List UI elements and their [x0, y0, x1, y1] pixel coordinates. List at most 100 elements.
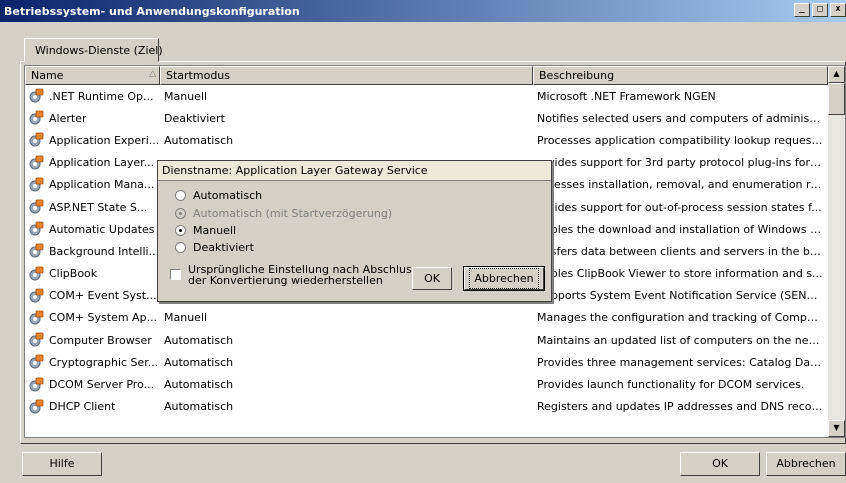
service-name: COM+ System Ap... — [49, 311, 158, 325]
radio-button-icon[interactable] — [175, 190, 186, 201]
radio-button-icon[interactable] — [175, 225, 186, 236]
gear-service-icon — [29, 177, 44, 192]
gear-service-icon — [29, 266, 44, 281]
cell-description: Manages the configuration and tracking o… — [537, 311, 823, 325]
cell-startmode[interactable]: Manuell — [160, 90, 533, 103]
cell-startmode[interactable]: Automatisch — [160, 400, 533, 413]
radio-label: Automatisch — [193, 189, 263, 202]
restore-setting-label-line2: der Konvertierung wiederherstellen — [188, 274, 383, 287]
cell-description: Registers and updates IP addresses and D… — [537, 400, 823, 414]
table-row[interactable]: COM+ System Ap... Manuell Manages the conf… — [25, 307, 828, 329]
scroll-up-icon[interactable]: ▲ — [828, 66, 845, 83]
column-header-name[interactable]: Name △ — [25, 66, 160, 85]
cell-description: Maintains an updated list of computers o… — [537, 333, 823, 347]
cell-description: Provides three management services: Cata… — [537, 355, 823, 369]
cell-name: COM+ System Ap... — [25, 310, 160, 326]
maximize-button[interactable]: □ — [812, 3, 828, 17]
service-name: Application Experi... — [49, 133, 160, 147]
sort-ascending-icon: △ — [149, 69, 156, 79]
service-name: ClipBook — [49, 267, 98, 281]
cell-name: DCOM Server Pro... — [25, 377, 160, 393]
startmode-popup: Dienstname: Application Layer Gateway Se… — [157, 160, 552, 302]
table-row[interactable]: DHCP Client Automatisch Registers and upda… — [25, 396, 828, 418]
close-button[interactable]: x — [830, 3, 846, 17]
gear-service-icon — [29, 110, 44, 125]
cell-startmode[interactable]: Automatisch — [160, 134, 533, 147]
window-controls: _ □ x — [794, 3, 846, 17]
window-title: Betriebssystem- und Anwendungskonfigurat… — [4, 4, 300, 18]
cell-description: Microsoft .NET Framework NGEN — [537, 89, 716, 103]
cell-description: Provides launch functionality for DCOM s… — [537, 378, 805, 392]
cell-name: Computer Browser — [25, 332, 160, 348]
table-row[interactable]: Alerter Deaktiviert Notifies selected user… — [25, 107, 828, 129]
cell-name: ASP.NET State S... — [25, 199, 160, 215]
gear-service-icon — [29, 354, 44, 369]
help-button[interactable]: Hilfe — [22, 452, 102, 476]
cell-startmode[interactable]: Automatisch — [160, 356, 533, 369]
cell-description: rocesses installation, removal, and enum… — [537, 178, 823, 192]
table-row[interactable]: .NET Runtime Op... Manuell Microsoft .NET … — [25, 85, 828, 107]
service-name: Cryptographic Ser... — [49, 355, 159, 369]
cell-startmode[interactable]: Automatisch — [160, 334, 533, 347]
cancel-button[interactable]: Abbrechen — [766, 452, 846, 476]
radio-manual[interactable]: Manuell — [175, 224, 236, 237]
cell-description: nables the download and installation of … — [537, 222, 823, 236]
service-name: .NET Runtime Op... — [49, 89, 154, 103]
cell-description: Supports System Event Notification Servi… — [537, 289, 823, 303]
service-name: COM+ Event Syst... — [49, 289, 157, 303]
scroll-thumb[interactable] — [828, 83, 845, 115]
service-name: Automatic Updates — [49, 222, 155, 236]
service-name: DCOM Server Pro... — [49, 378, 155, 392]
radio-button-icon — [175, 208, 186, 219]
window-titlebar: Betriebssystem- und Anwendungskonfigurat… — [0, 0, 846, 22]
list-header: Name △ Startmodus Beschreibung — [25, 66, 828, 85]
cell-name: Automatic Updates — [25, 221, 160, 237]
cell-name: Application Layer... — [25, 155, 160, 171]
radio-button-icon[interactable] — [175, 242, 186, 253]
radio-disabled[interactable]: Deaktiviert — [175, 241, 254, 254]
gear-service-icon — [29, 377, 44, 392]
gear-service-icon — [29, 88, 44, 103]
gear-service-icon — [29, 244, 44, 258]
cell-description: ansfers data between clients and servers… — [537, 244, 823, 258]
cell-name: DHCP Client — [25, 399, 160, 415]
cell-name: Application Experi... — [25, 132, 160, 148]
popup-cancel-label: Abbrechen — [469, 268, 539, 289]
gear-service-icon — [29, 199, 44, 214]
radio-label: Manuell — [193, 224, 237, 237]
vertical-scrollbar[interactable]: ▲ ▼ — [828, 66, 845, 437]
cell-startmode[interactable]: Manuell — [160, 311, 533, 324]
minimize-button[interactable]: _ — [794, 3, 810, 17]
table-row[interactable]: DCOM Server Pro... Automatisch Provides la… — [25, 373, 828, 395]
cell-name: Application Mana... — [25, 177, 160, 193]
service-name: Application Mana... — [49, 178, 155, 192]
service-name: Application Layer... — [49, 156, 155, 170]
gear-service-icon — [29, 399, 44, 414]
cell-description: nables ClipBook Viewer to store informat… — [537, 267, 823, 281]
table-row[interactable]: Application Experi... Automatisch Processe… — [25, 129, 828, 151]
radio-automatic[interactable]: Automatisch — [175, 189, 262, 202]
tab-windows-services[interactable]: Windows-Dienste (Ziel) — [24, 38, 163, 62]
column-header-startmode[interactable]: Startmodus — [160, 66, 533, 85]
cell-name: Cryptographic Ser... — [25, 354, 160, 370]
cell-description: Notifies selected users and computers of… — [537, 111, 823, 125]
gear-service-icon — [29, 133, 44, 147]
restore-setting-checkbox[interactable] — [170, 269, 181, 280]
cell-startmode[interactable]: Deaktiviert — [160, 112, 533, 125]
scroll-down-icon[interactable]: ▼ — [828, 420, 845, 437]
table-row[interactable]: Computer Browser Automatisch Maintains an … — [25, 329, 828, 351]
cell-description: rovides support for out-of-process sessi… — [537, 200, 822, 214]
radio-label: Automatisch (mit Startverzögerung) — [193, 207, 393, 220]
gear-service-icon — [29, 332, 44, 347]
radio-label: Deaktiviert — [193, 241, 254, 254]
popup-ok-button[interactable]: OK — [412, 267, 452, 290]
cell-startmode[interactable]: Automatisch — [160, 378, 533, 391]
radio-automatic-delayed: Automatisch (mit Startverzögerung) — [175, 207, 392, 220]
ok-button[interactable]: OK — [680, 452, 760, 476]
table-row[interactable]: Cryptographic Ser... Automatisch Provides … — [25, 351, 828, 373]
cell-description: Processes application compatibility look… — [537, 133, 823, 147]
column-header-description[interactable]: Beschreibung — [533, 66, 828, 85]
gear-service-icon — [29, 155, 44, 170]
popup-cancel-button[interactable]: Abbrechen — [463, 266, 545, 291]
popup-service-name: Dienstname: Application Layer Gateway Se… — [158, 161, 551, 181]
